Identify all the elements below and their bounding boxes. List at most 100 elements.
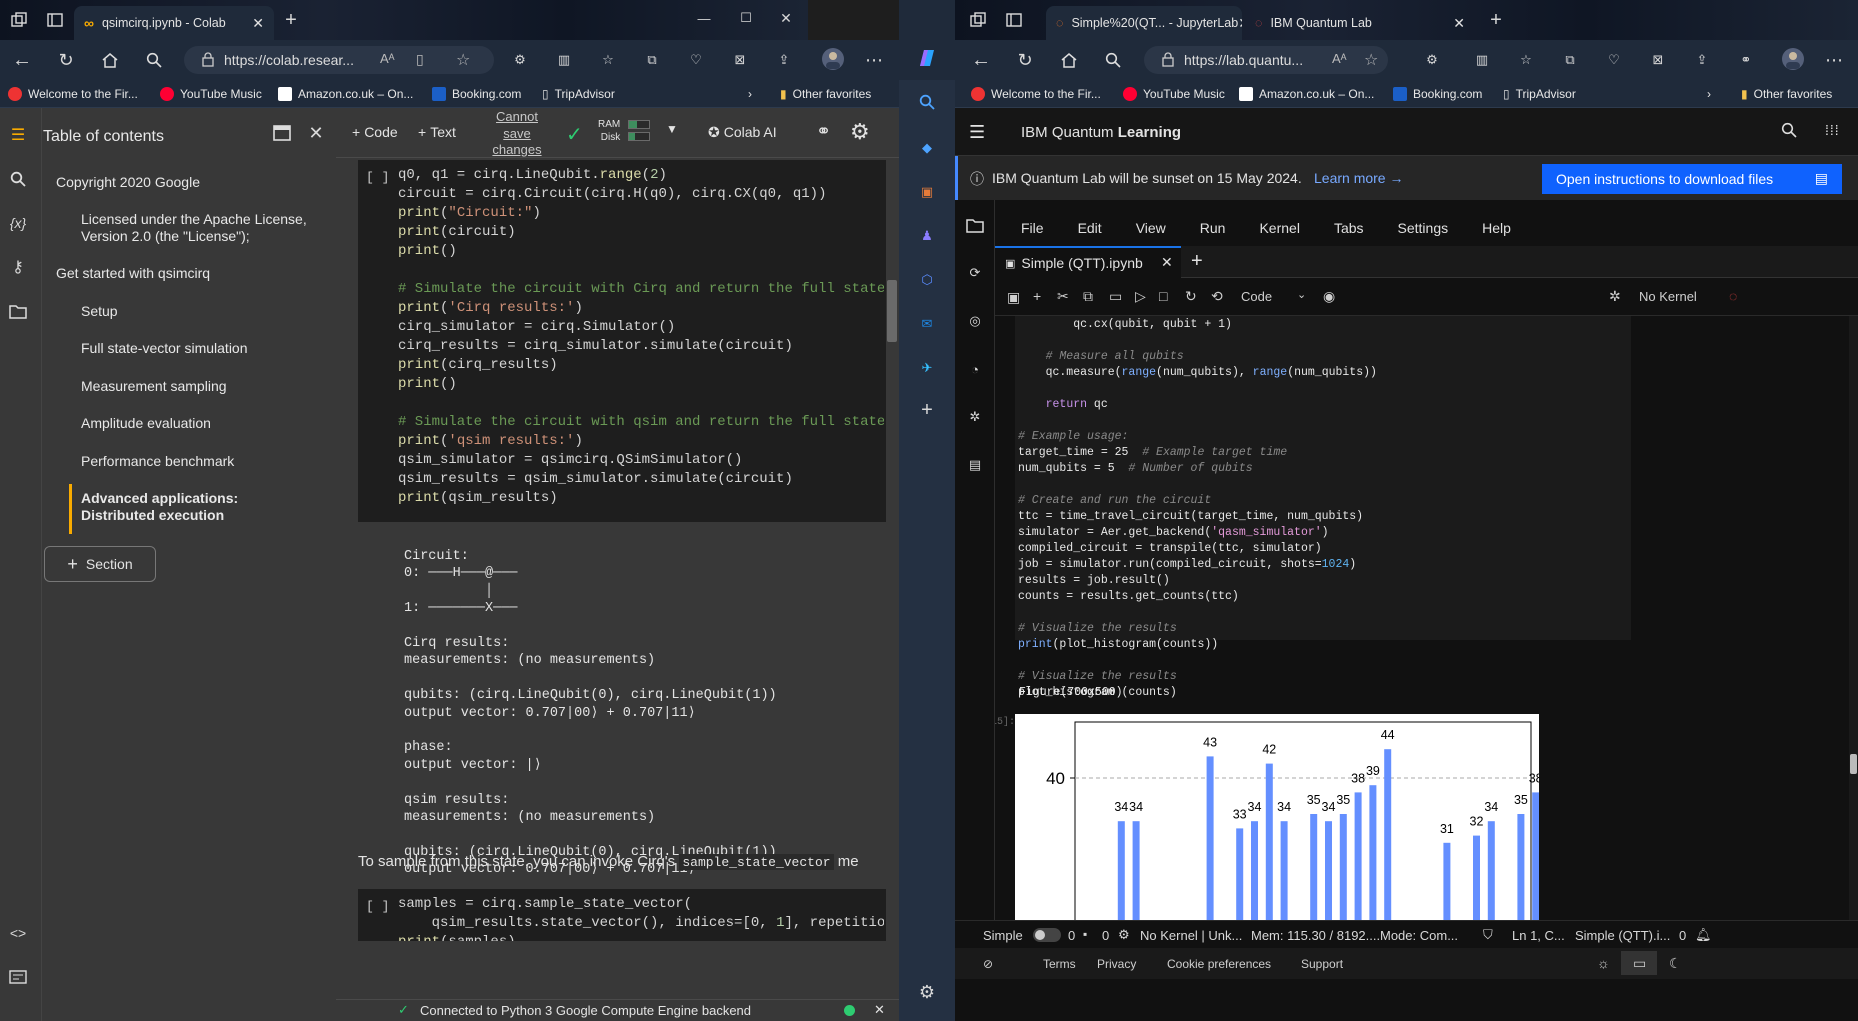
footer-support[interactable]: Support <box>1301 957 1343 971</box>
secrets-key-icon[interactable]: ⚷ <box>4 256 32 278</box>
learn-more-link[interactable]: Learn more → <box>1314 170 1403 186</box>
save-status-link[interactable]: Cannot save changes <box>482 109 552 159</box>
close-doc-icon[interactable]: ✕ <box>1161 254 1173 271</box>
cursor-position[interactable]: Ln 1, C... <box>1512 928 1565 943</box>
home-icon[interactable] <box>1057 48 1081 72</box>
scrollbar-thumb[interactable] <box>887 280 897 342</box>
close-tab-icon[interactable]: ✕ <box>1238 15 1242 32</box>
close-toc-icon[interactable]: ✕ <box>304 122 328 144</box>
favorite-star-icon[interactable]: ☆ <box>456 50 470 70</box>
fav-firefox[interactable]: Welcome to the Fir... <box>8 87 138 101</box>
link-icon[interactable]: ⚭ <box>816 121 831 142</box>
drop-icon[interactable]: ✈ <box>915 356 939 380</box>
search-icon[interactable] <box>6 168 30 190</box>
toc-item-full-state[interactable]: Full state-vector simulation <box>81 340 248 357</box>
back-icon[interactable]: ← <box>10 48 34 72</box>
save-icon[interactable]: ▣ <box>1007 289 1020 306</box>
debugger-icon[interactable]: ✲ <box>1609 288 1621 305</box>
footer-cookies[interactable]: Cookie preferences <box>1167 957 1271 971</box>
search-icon[interactable] <box>1101 48 1125 72</box>
code-cell-2[interactable]: [ ] samples = cirq.sample_state_vector( … <box>358 889 886 941</box>
jupyter-code-cell[interactable]: qc.cx(qubit, qubit + 1) # Measure all qu… <box>1015 316 1631 699</box>
fav-youtube-music[interactable]: YouTube Music <box>1123 87 1225 101</box>
performance-icon[interactable]: ♡ <box>1602 48 1626 72</box>
open-instructions-button[interactable]: Open instructions to download files ▤ <box>1542 164 1842 194</box>
share-icon[interactable]: ⇪ <box>1690 48 1714 72</box>
fav-booking[interactable]: Booking.com <box>1393 87 1482 101</box>
file-browser-icon[interactable] <box>963 214 987 236</box>
fav-youtube-music[interactable]: YouTube Music <box>160 87 262 101</box>
menu-help[interactable]: Help <box>1482 220 1511 236</box>
refresh-icon[interactable]: ↻ <box>1013 48 1037 72</box>
paste-icon[interactable]: ▭ <box>1109 288 1122 305</box>
other-favorites[interactable]: ▮ Other favorites <box>1741 87 1832 101</box>
favorites-overflow-icon[interactable]: › <box>748 87 752 101</box>
new-tab-icon[interactable]: + <box>1485 9 1507 31</box>
tools-briefcase-icon[interactable]: ▣ <box>915 180 939 204</box>
favorites-overflow-icon[interactable]: › <box>1707 87 1711 101</box>
toc-item-license[interactable]: Licensed under the Apache License, Versi… <box>81 211 311 245</box>
performance-icon[interactable]: ♡ <box>684 48 708 72</box>
menu-settings[interactable]: Settings <box>1398 220 1449 236</box>
toc-item-measurement[interactable]: Measurement sampling <box>81 378 227 395</box>
share-icon[interactable]: ⇪ <box>772 48 796 72</box>
workspaces-icon[interactable] <box>8 10 30 30</box>
maximize-icon[interactable]: ☐ <box>734 6 758 30</box>
immersive-reader-icon[interactable]: ▯ <box>416 51 424 68</box>
menu-file[interactable]: File <box>1021 220 1044 236</box>
extensions-icon[interactable]: ⚙ <box>508 48 532 72</box>
header-search-icon[interactable] <box>1781 122 1797 138</box>
light-theme-icon[interactable]: ☼ <box>1597 955 1610 971</box>
settings-gear-icon[interactable]: ⚙ <box>850 119 870 145</box>
stop-icon[interactable]: □ <box>1159 288 1167 304</box>
sidebar-settings-icon[interactable]: ⚙ <box>915 980 939 1004</box>
toc-list-icon[interactable]: ☰ <box>6 124 30 146</box>
code-snippets-icon[interactable]: <> <box>4 922 32 944</box>
collections-icon[interactable]: ⧉ <box>640 48 664 72</box>
kernel-name[interactable]: No Kernel <box>1639 289 1697 304</box>
menu-edit[interactable]: Edit <box>1078 220 1102 236</box>
add-section-button[interactable]: + Section <box>44 546 156 582</box>
search-icon[interactable] <box>142 48 166 72</box>
games-icon[interactable]: ♟ <box>915 224 939 248</box>
fav-booking[interactable]: Booking.com <box>432 87 521 101</box>
toc-item-amplitude[interactable]: Amplitude evaluation <box>81 415 211 432</box>
extensions-icon[interactable]: ⚙ <box>1420 48 1444 72</box>
performance-gauge-icon[interactable]: ◔ <box>963 358 987 380</box>
menu-tabs[interactable]: Tabs <box>1334 220 1364 236</box>
fav-firefox[interactable]: Welcome to the Fir... <box>971 87 1101 101</box>
variables-icon[interactable]: {x} <box>4 212 32 234</box>
kernel-gear-icon[interactable]: ⚙ <box>1118 927 1130 943</box>
run-cell-bracket[interactable]: [ ] <box>366 899 389 914</box>
profile-avatar[interactable] <box>1778 44 1808 74</box>
other-favorites[interactable]: ▮ Other favorites <box>780 87 871 101</box>
footer-privacy[interactable]: Privacy <box>1097 957 1136 971</box>
fav-tripadvisor[interactable]: ▯ TripAdvisor <box>542 87 615 101</box>
bell-icon[interactable]: 🔔︎ <box>1695 927 1712 943</box>
toc-item-get-started[interactable]: Get started with qsimcirq <box>56 265 210 282</box>
cut-icon[interactable]: ✂ <box>1057 288 1069 305</box>
runtime-dropdown-icon[interactable]: ▼ <box>666 122 678 136</box>
close-status-icon[interactable]: ✕ <box>874 1002 885 1018</box>
refresh-icon[interactable]: ↻ <box>54 48 78 72</box>
workspaces-icon[interactable] <box>967 10 989 30</box>
shopping-tag-icon[interactable]: ◆ <box>915 136 939 160</box>
copy-icon[interactable]: ⧉ <box>1083 288 1093 305</box>
toc-item-copyright[interactable]: Copyright 2020 Google <box>56 174 200 191</box>
profile-avatar[interactable] <box>818 44 848 74</box>
open-in-tab-icon[interactable] <box>270 122 294 144</box>
restart-icon[interactable]: ↻ <box>1185 288 1197 305</box>
insert-cell-icon[interactable]: + <box>1033 288 1041 304</box>
split-screen-icon[interactable]: ▥ <box>552 48 576 72</box>
restart-run-all-icon[interactable]: ⟲ <box>1211 288 1223 305</box>
terminal-icon[interactable]: ▪ <box>1083 927 1087 941</box>
git-icon[interactable]: ◉ <box>1323 288 1335 305</box>
favorites-icon[interactable]: ☆ <box>596 48 620 72</box>
add-sidebar-app-icon[interactable]: + <box>915 398 939 422</box>
tab-actions-icon[interactable] <box>1003 10 1025 30</box>
dark-theme-icon[interactable]: ☾ <box>1669 955 1682 972</box>
app-switcher-icon[interactable]: ⁞⁞⁞ <box>1825 122 1840 138</box>
doc-tab-simple[interactable]: ▣ Simple (QTT).ipynb ✕ <box>995 246 1181 278</box>
split-screen-icon[interactable]: ▥ <box>1470 48 1494 72</box>
debugger-bug-icon[interactable]: ✲ <box>963 406 987 428</box>
